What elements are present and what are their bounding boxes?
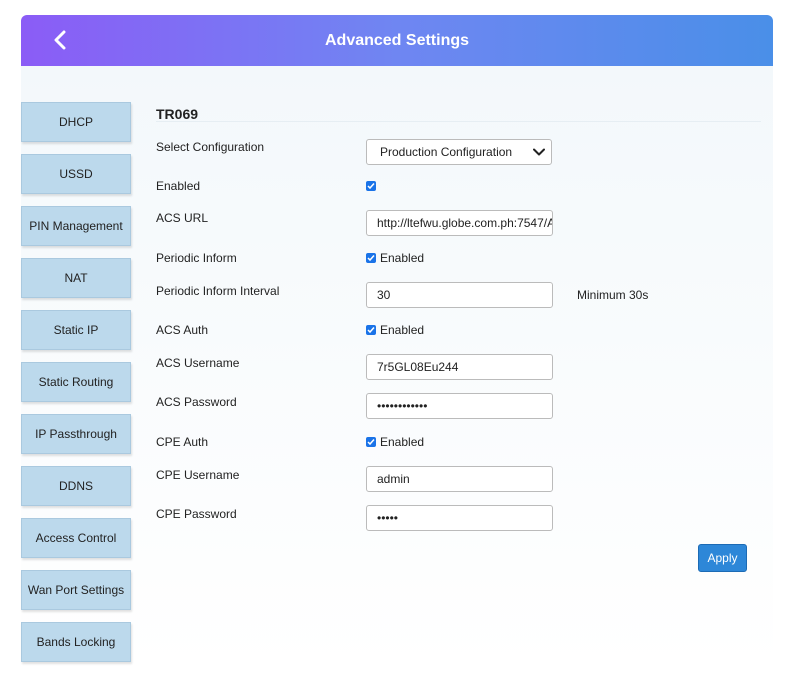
sidebar-item-ip-passthrough[interactable]: IP Passthrough	[21, 414, 131, 454]
page-header: Advanced Settings	[21, 15, 773, 66]
acs-url-input[interactable]: http://ltefwu.globe.com.ph:7547/A	[366, 210, 553, 236]
sidebar-item-pin-management[interactable]: PIN Management	[21, 206, 131, 246]
checkmark-icon	[367, 439, 375, 446]
cpe-auth-label: CPE Auth	[156, 435, 209, 449]
acs-auth-checkbox-label: Enabled	[380, 323, 425, 337]
sidebar-item-access-control[interactable]: Access Control	[21, 518, 131, 558]
checkmark-icon	[367, 255, 375, 262]
checkmark-icon	[367, 327, 375, 334]
select-configuration-value: Production Configuration	[380, 145, 513, 159]
section-title: TR069	[156, 106, 199, 122]
acs-url-label: ACS URL	[156, 211, 209, 225]
sidebar-item-static-ip[interactable]: Static IP	[21, 310, 131, 350]
acs-auth-label: ACS Auth	[156, 323, 209, 337]
periodic-inform-interval-hint: Minimum 30s	[577, 288, 649, 302]
cpe-username-input[interactable]: admin	[366, 466, 553, 492]
sidebar-item-ddns[interactable]: DDNS	[21, 466, 131, 506]
checkmark-icon	[367, 183, 375, 190]
periodic-inform-label: Periodic Inform	[156, 251, 237, 265]
select-configuration-label: Select Configuration	[156, 140, 265, 154]
acs-password-label: ACS Password	[156, 395, 237, 409]
cpe-auth-checkbox[interactable]	[366, 437, 376, 447]
enabled-checkbox-row	[366, 181, 380, 191]
chevron-left-icon	[54, 30, 66, 50]
select-configuration-dropdown[interactable]: Production Configuration	[366, 139, 552, 165]
sidebar-item-dhcp[interactable]: DHCP	[21, 102, 131, 142]
sidebar-item-nat[interactable]: NAT	[21, 258, 131, 298]
sidebar-item-bands-locking[interactable]: Bands Locking	[21, 622, 131, 662]
sidebar: DHCP USSD PIN Management NAT Static IP S…	[21, 102, 133, 674]
apply-button[interactable]: Apply	[698, 544, 747, 572]
cpe-auth-checkbox-label: Enabled	[380, 435, 425, 449]
chevron-down-icon	[533, 148, 545, 156]
acs-username-input[interactable]: 7r5GL08Eu244	[366, 354, 553, 380]
section-divider	[156, 121, 761, 122]
periodic-inform-interval-label: Periodic Inform Interval	[156, 284, 280, 298]
acs-auth-checkbox[interactable]	[366, 325, 376, 335]
main-content: DHCP USSD PIN Management NAT Static IP S…	[21, 66, 773, 665]
periodic-inform-interval-input[interactable]: 30	[366, 282, 553, 308]
cpe-password-input[interactable]: •••••	[366, 505, 553, 531]
acs-username-label: ACS Username	[156, 356, 240, 370]
back-button[interactable]	[47, 27, 73, 53]
cpe-username-label: CPE Username	[156, 468, 240, 482]
page-title: Advanced Settings	[324, 31, 470, 49]
periodic-inform-checkbox[interactable]	[366, 253, 376, 263]
sidebar-item-ussd[interactable]: USSD	[21, 154, 131, 194]
cpe-auth-checkbox-row: Enabled	[366, 435, 424, 449]
enabled-label: Enabled	[156, 179, 201, 193]
acs-password-input[interactable]: ••••••••••••	[366, 393, 553, 419]
sidebar-item-static-routing[interactable]: Static Routing	[21, 362, 131, 402]
enabled-checkbox[interactable]	[366, 181, 376, 191]
sidebar-item-wan-port-settings[interactable]: Wan Port Settings	[21, 570, 131, 610]
acs-auth-checkbox-row: Enabled	[366, 323, 424, 337]
periodic-inform-checkbox-row: Enabled	[366, 251, 424, 265]
cpe-password-label: CPE Password	[156, 507, 237, 521]
periodic-inform-checkbox-label: Enabled	[380, 251, 425, 265]
